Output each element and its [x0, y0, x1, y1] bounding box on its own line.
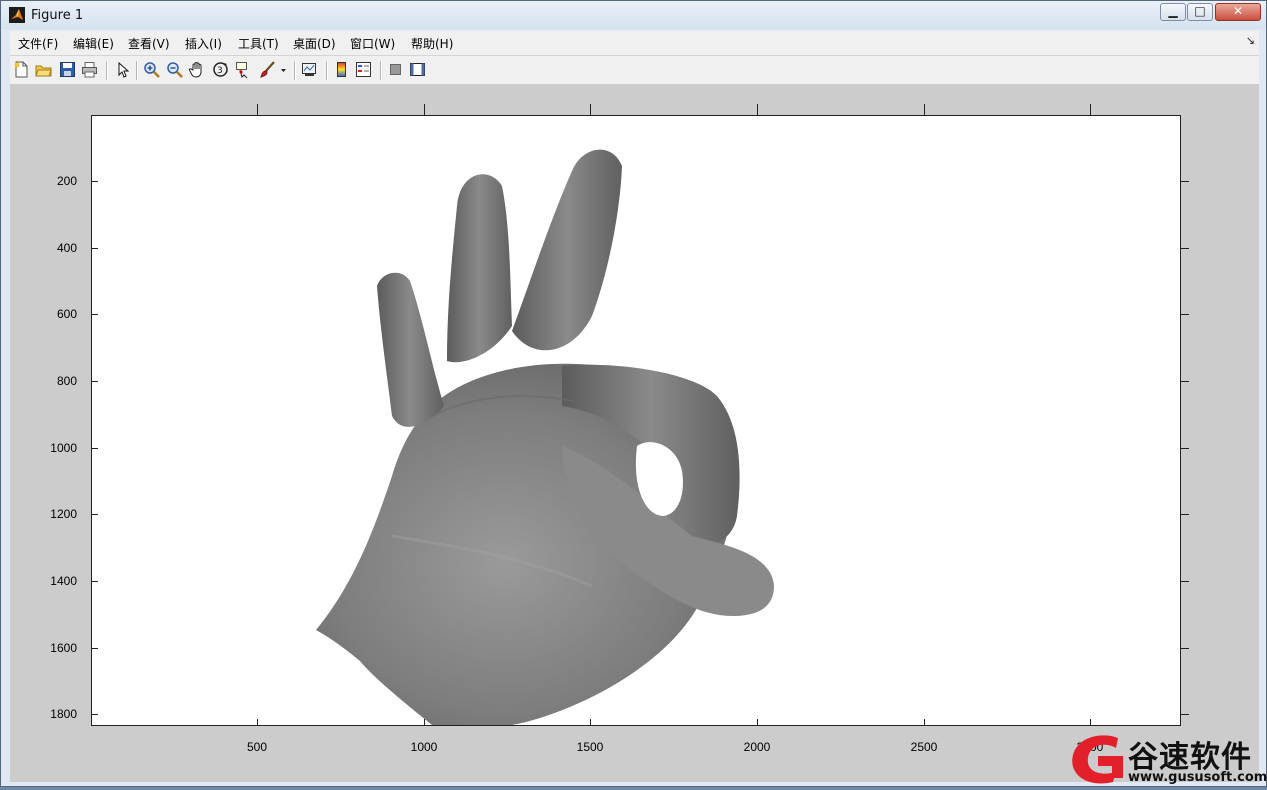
xtick-label: 1000	[410, 740, 438, 754]
print-icon[interactable]	[81, 61, 98, 78]
ytick-label: 1200	[50, 507, 77, 521]
xtick-label: 500	[246, 740, 268, 754]
ytick-mark-right	[1180, 314, 1189, 315]
rotate-3d-icon[interactable]: 3	[212, 61, 229, 78]
menu-edit[interactable]: 编辑(E)	[73, 35, 114, 52]
watermark-url: www.gususoft.com	[1128, 770, 1267, 785]
ytick-mark-right	[1180, 581, 1189, 582]
menu-tools[interactable]: 工具(T)	[238, 35, 279, 52]
ytick-mark-right	[1180, 248, 1189, 249]
ytick-label: 600	[56, 307, 77, 321]
xtick-label: 2500	[910, 740, 938, 754]
menu-window[interactable]: 窗口(W)	[350, 35, 395, 52]
figure-toolbar: 3	[10, 56, 1259, 85]
show-plot-tools-icon[interactable]	[409, 61, 426, 78]
maximize-icon: □	[1194, 4, 1206, 18]
xtick-mark-top	[1090, 104, 1091, 115]
open-file-icon[interactable]	[35, 61, 52, 78]
ytick-label: 1600	[50, 641, 77, 655]
ytick-mark-right	[1180, 714, 1189, 715]
ytick-mark-right	[1180, 181, 1189, 182]
window-title: Figure 1	[31, 8, 84, 23]
ytick-mark-right	[1180, 381, 1189, 382]
zoom-out-icon[interactable]	[166, 61, 183, 78]
xtick-label: 1500	[576, 740, 604, 754]
ytick-mark	[92, 581, 98, 582]
ytick-mark-right	[1180, 514, 1189, 515]
xtick-mark	[924, 719, 925, 725]
xtick-mark-top	[924, 104, 925, 115]
xtick-mark	[257, 719, 258, 725]
menu-desktop[interactable]: 桌面(D)	[293, 35, 336, 52]
image-axes[interactable]	[91, 115, 1181, 726]
menu-help[interactable]: 帮助(H)	[411, 35, 453, 52]
ytick-label: 800	[56, 374, 77, 388]
ytick-mark	[92, 181, 98, 182]
ytick-mark	[92, 648, 98, 649]
menu-bar: 文件(F) 编辑(E) 查看(V) 插入(I) 工具(T) 桌面(D) 窗口(W…	[10, 31, 1259, 56]
ytick-label: 200	[56, 174, 77, 188]
hand-image	[316, 149, 774, 725]
title-bar[interactable]: Figure 1 ▁ □ ✕	[1, 1, 1266, 29]
xtick-mark-top	[757, 104, 758, 115]
ytick-mark	[92, 714, 98, 715]
brush-icon[interactable]	[259, 61, 276, 78]
toolbar-separator	[106, 61, 108, 80]
ytick-mark-right	[1180, 448, 1189, 449]
xtick-mark-top	[257, 104, 258, 115]
minimize-icon: ▁	[1168, 4, 1178, 18]
colorbar-icon[interactable]	[333, 61, 350, 78]
toolbar-separator	[136, 61, 138, 80]
ytick-mark	[92, 314, 98, 315]
menubar-dock-arrow-icon[interactable]: ↘	[1246, 34, 1255, 47]
brush-dropdown-icon[interactable]	[280, 61, 288, 78]
ytick-label: 1800	[50, 707, 77, 721]
new-figure-icon[interactable]	[13, 61, 30, 78]
hide-plot-tools-icon[interactable]	[387, 61, 404, 78]
xtick-label: 2000	[743, 740, 771, 754]
ytick-mark-right	[1180, 648, 1189, 649]
xtick-mark	[424, 719, 425, 725]
toolbar-separator	[326, 61, 328, 80]
legend-icon[interactable]	[355, 61, 372, 78]
xtick-mark-top	[590, 104, 591, 115]
svg-text:3: 3	[217, 66, 223, 76]
ytick-mark	[92, 448, 98, 449]
data-cursor-icon[interactable]	[235, 61, 252, 78]
ytick-label: 400	[56, 241, 77, 255]
close-button[interactable]: ✕	[1215, 3, 1261, 21]
ytick-mark	[92, 381, 98, 382]
menu-view[interactable]: 查看(V)	[128, 35, 170, 52]
save-icon[interactable]	[59, 61, 76, 78]
menu-file[interactable]: 文件(F)	[18, 35, 58, 52]
zoom-in-icon[interactable]	[143, 61, 160, 78]
matlab-logo-icon	[9, 7, 25, 23]
ytick-label: 1400	[50, 574, 77, 588]
menu-insert[interactable]: 插入(I)	[185, 35, 222, 52]
xtick-mark	[590, 719, 591, 725]
minimize-button[interactable]: ▁	[1160, 3, 1186, 21]
close-icon: ✕	[1232, 4, 1244, 18]
ytick-mark	[92, 514, 98, 515]
toolbar-separator	[294, 61, 296, 80]
link-plot-icon[interactable]	[301, 61, 318, 78]
ytick-label: 1000	[50, 441, 77, 455]
pan-hand-icon[interactable]	[189, 61, 206, 78]
xtick-mark	[757, 719, 758, 725]
xtick-mark-top	[424, 104, 425, 115]
edit-plot-arrow-icon[interactable]	[114, 61, 131, 78]
ytick-mark	[92, 248, 98, 249]
xtick-mark	[1090, 719, 1091, 725]
toolbar-separator	[380, 61, 382, 80]
maximize-button[interactable]: □	[1187, 3, 1213, 21]
